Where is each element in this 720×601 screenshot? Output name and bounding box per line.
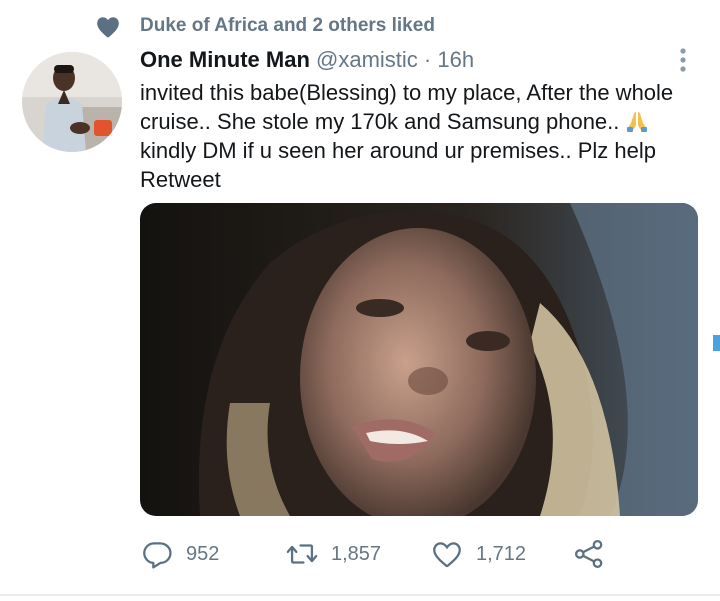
reply-button[interactable]: 952: [140, 530, 219, 578]
tweet-text-line: invited this babe(Blessing) to my place,…: [140, 80, 674, 105]
tweet-time[interactable]: 16h: [437, 47, 474, 72]
tweet-actions: 952 1,857 1,712: [140, 530, 700, 578]
author-name[interactable]: One Minute Man: [140, 47, 310, 72]
tweet-photo[interactable]: [140, 203, 698, 516]
reply-count: 952: [186, 543, 220, 565]
tweet-text-line: cruise.. She stole my 170k and Samsung p…: [140, 109, 620, 134]
like-icon: [433, 542, 461, 568]
separator-dot: ·: [417, 47, 438, 72]
like-count: 1,712: [476, 543, 527, 565]
divider: [0, 594, 720, 596]
retweet-button[interactable]: 1,857: [285, 530, 381, 578]
folded-hands-emoji: [627, 112, 648, 132]
tweet-text-line: kindly DM if u seen her around ur premis…: [140, 138, 657, 163]
tweet-header: One Minute Man @xamistic · 16h: [140, 45, 474, 75]
tweet-text-line: Retweet: [140, 167, 221, 192]
tweet-text-line-with-emoji: cruise.. She stole my 170k and Samsung p…: [140, 107, 700, 136]
like-button[interactable]: 1,712: [430, 530, 526, 578]
share-icon: [574, 539, 603, 569]
tweet-text: invited this babe(Blessing) to my place,…: [140, 78, 700, 194]
retweet-count: 1,857: [331, 543, 382, 565]
more-options-icon[interactable]: [677, 46, 689, 74]
avatar-image: [22, 52, 122, 152]
avatar[interactable]: [22, 52, 122, 152]
author-handle[interactable]: @xamistic: [316, 47, 418, 72]
heart-icon: [97, 17, 119, 38]
photo-image: [140, 203, 698, 516]
social-context-label[interactable]: Duke of Africa and 2 others liked: [140, 14, 435, 38]
retweet-icon: [286, 544, 318, 564]
reply-icon: [143, 542, 172, 569]
share-button[interactable]: [572, 530, 606, 578]
scroll-indicator: [713, 335, 720, 351]
